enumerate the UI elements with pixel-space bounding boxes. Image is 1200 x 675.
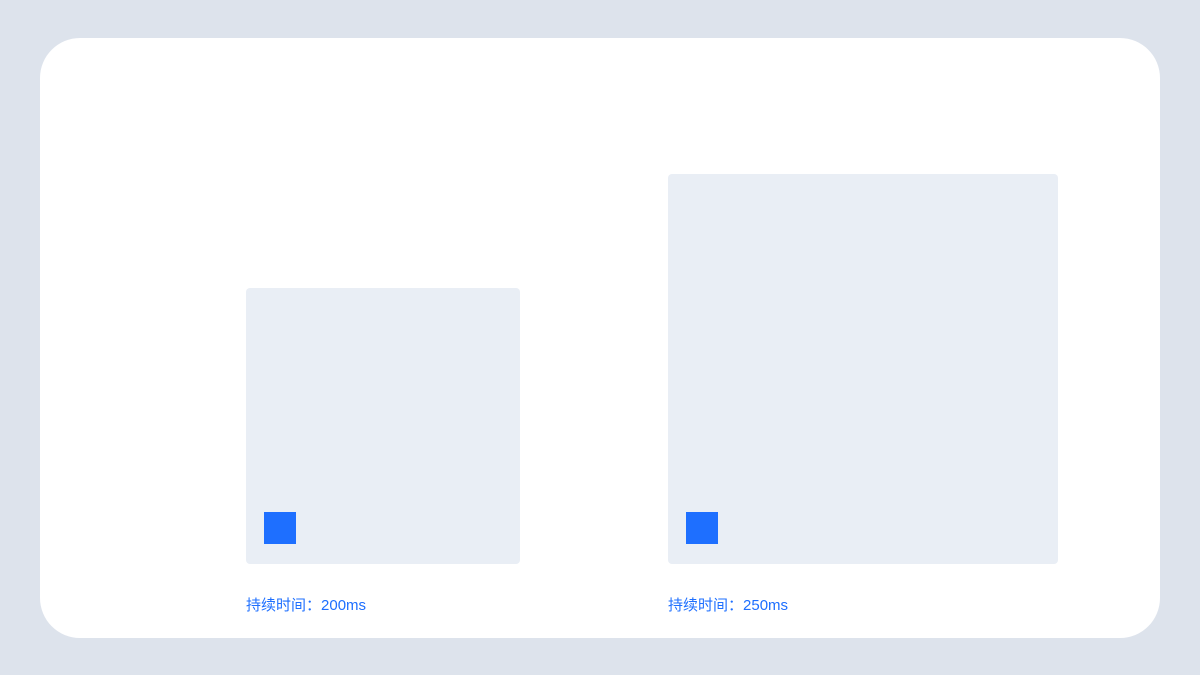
duration-value: 250ms	[743, 597, 788, 614]
animated-square	[686, 512, 718, 544]
duration-prefix: 持续时间：	[246, 597, 321, 614]
duration-value: 200ms	[321, 597, 366, 614]
duration-label-right: 持续时间：250ms	[668, 594, 788, 615]
duration-prefix: 持续时间：	[668, 597, 743, 614]
animation-panel-large	[668, 174, 1058, 564]
duration-label-left: 持续时间：200ms	[246, 594, 366, 615]
content-card: 持续时间：200ms 持续时间：250ms	[40, 38, 1160, 638]
animated-square	[264, 512, 296, 544]
animation-panel-small	[246, 288, 520, 564]
